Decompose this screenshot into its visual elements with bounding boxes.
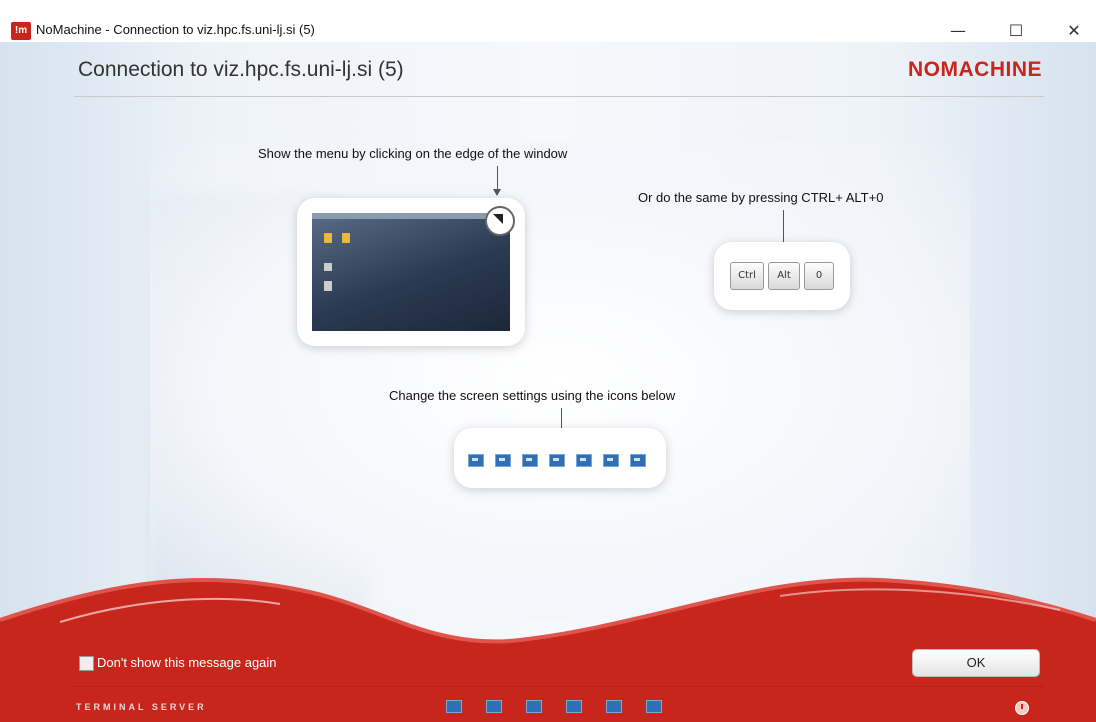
- fullscreen-icon[interactable]: [526, 700, 542, 713]
- terminal-server-label: TERMINAL SERVER: [76, 702, 207, 712]
- display-settings-icon[interactable]: [646, 700, 662, 713]
- desktop-preview: [312, 213, 510, 331]
- folder-icon: [342, 233, 350, 243]
- nomachine-logo: NOMACHINE: [908, 58, 1042, 81]
- menu-hint-arrow: [497, 166, 498, 190]
- shortcut-hint-caption: Or do the same by pressing CTRL+ ALT+0: [638, 190, 884, 205]
- fit-screen-icon: [468, 454, 484, 467]
- key-alt: Alt: [768, 262, 800, 290]
- corner-page-curl-icon: [493, 214, 503, 224]
- screen-hint-caption: Change the screen settings using the ico…: [389, 388, 676, 403]
- menu-corner-icon: [485, 206, 515, 236]
- footer-divider: [74, 686, 1044, 687]
- header-divider: [74, 96, 1044, 97]
- desktop-preview-card: [297, 198, 525, 346]
- ok-button[interactable]: OK: [912, 649, 1040, 677]
- window-icon[interactable]: [486, 700, 502, 713]
- menu-hint-caption: Show the menu by clicking on the edge of…: [258, 146, 568, 161]
- arrow-down-icon: [493, 189, 501, 196]
- screen-settings-card: [454, 428, 666, 488]
- dont-show-checkbox[interactable]: [79, 656, 94, 671]
- footer-wave: [0, 577, 1096, 722]
- window-title: NoMachine - Connection to viz.hpc.fs.uni…: [36, 22, 315, 37]
- multi-monitor-icon[interactable]: [566, 700, 582, 713]
- desktop-menubar: [312, 213, 510, 219]
- display-icon: [603, 454, 619, 467]
- folder-icon: [324, 233, 332, 243]
- drive-icon: [324, 263, 332, 271]
- keyboard-shortcut-card: Ctrl Alt 0: [714, 242, 850, 310]
- multi-monitor-icon: [576, 454, 592, 467]
- trash-icon: [324, 281, 332, 291]
- nomachine-app-icon: !m: [11, 22, 31, 40]
- key-ctrl: Ctrl: [730, 262, 764, 290]
- scale-icon[interactable]: [446, 700, 462, 713]
- background-panel: [150, 142, 970, 622]
- display-icon[interactable]: [606, 700, 622, 713]
- page-title: Connection to viz.hpc.fs.uni-lj.si (5): [78, 58, 404, 81]
- key-zero: 0: [804, 262, 834, 290]
- dont-show-label[interactable]: Don't show this message again: [97, 655, 277, 670]
- display-settings-icon: [630, 454, 646, 467]
- window-icon: [522, 454, 538, 467]
- power-icon[interactable]: [1015, 701, 1029, 715]
- fullscreen-icon: [549, 454, 565, 467]
- scale-icon: [495, 454, 511, 467]
